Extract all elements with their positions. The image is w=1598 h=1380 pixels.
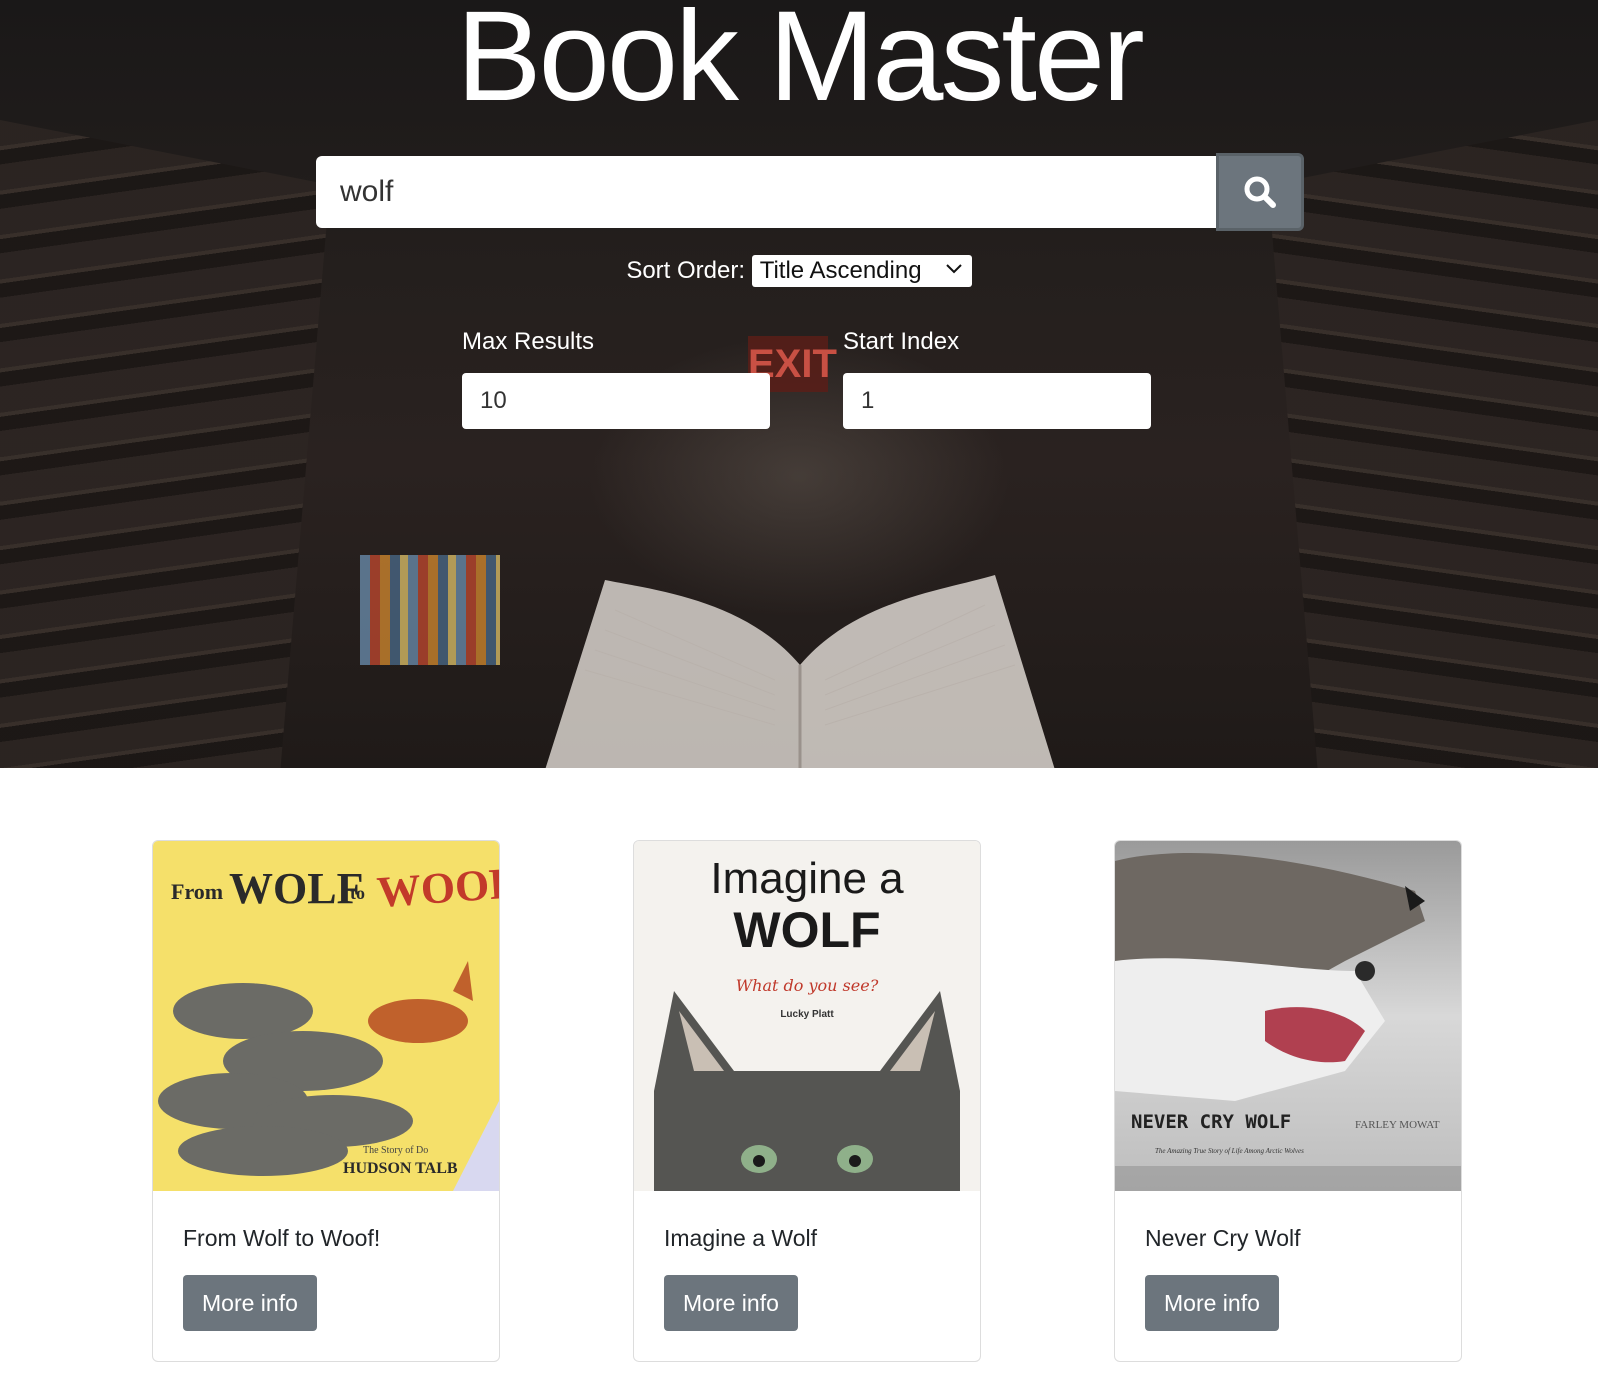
start-index-label: Start Index	[843, 328, 960, 355]
book-cover-image[interactable]: NEVER CRY WOLF FARLEY MOWAT The Amazing …	[1115, 841, 1461, 1191]
book-card: Imagine a WOLF What do you see? Lucky Pl…	[633, 840, 981, 1362]
cover-text: HUDSON TALB	[343, 1160, 458, 1177]
chevron-down-icon	[945, 264, 962, 274]
more-info-button[interactable]: More info	[664, 1275, 798, 1331]
sort-order-row: Sort Order: Title Ascending	[0, 255, 1598, 287]
max-results-label: Max Results	[462, 328, 595, 355]
cover-text: Lucky Platt	[780, 1009, 834, 1020]
start-index-input[interactable]	[843, 373, 1151, 429]
book-card: NEVER CRY WOLF FARLEY MOWAT The Amazing …	[1114, 840, 1462, 1362]
page-title: Book Master	[456, 0, 1145, 128]
search-bar	[316, 153, 1304, 236]
book-spines-decoration	[360, 555, 500, 665]
cover-text: FARLEY MOWAT	[1355, 1119, 1440, 1131]
book-cover-image[interactable]: From WOLF to WOOF! The Story of Do HUDSO…	[153, 841, 499, 1191]
cover-text: NEVER CRY WOLF	[1131, 1111, 1291, 1133]
bookshelf-left-decoration	[0, 120, 330, 768]
cover-text: WOLF	[229, 864, 363, 913]
book-title: From Wolf to Woof!	[183, 1225, 381, 1251]
cover-text: to	[350, 883, 365, 903]
cover-text: The Story of Do	[363, 1145, 428, 1156]
book-title: Imagine a Wolf	[664, 1225, 817, 1251]
cover-text: What do you see?	[736, 976, 879, 995]
cover-text: Imagine a	[710, 854, 904, 903]
cover-text: WOOF!	[375, 857, 499, 917]
results-grid: From WOLF to WOOF! The Story of Do HUDSO…	[152, 840, 1462, 1362]
search-button[interactable]	[1216, 153, 1304, 231]
book-title: Never Cry Wolf	[1145, 1225, 1301, 1251]
hero-banner: EXIT Book Master Sort Order: Title Ascen…	[0, 0, 1598, 768]
more-info-button[interactable]: More info	[1145, 1275, 1279, 1331]
bookshelf-right-decoration	[1268, 120, 1598, 768]
sort-order-selected-value: Title Ascending	[759, 257, 922, 284]
book-card: From WOLF to WOOF! The Story of Do HUDSO…	[152, 840, 500, 1362]
sort-order-select[interactable]: Title Ascending	[751, 255, 972, 287]
open-book-image	[545, 575, 1055, 768]
max-results-input[interactable]	[462, 373, 770, 429]
search-icon	[1244, 176, 1276, 208]
more-info-button[interactable]: More info	[183, 1275, 317, 1331]
book-cover-image[interactable]: Imagine a WOLF What do you see? Lucky Pl…	[634, 841, 980, 1191]
search-input[interactable]	[316, 156, 1216, 228]
cover-text: WOLF	[733, 902, 880, 958]
cover-text: The Amazing True Story of Life Among Arc…	[1155, 1147, 1304, 1155]
sort-order-label: Sort Order:	[626, 257, 746, 284]
cover-text: From	[171, 879, 223, 904]
